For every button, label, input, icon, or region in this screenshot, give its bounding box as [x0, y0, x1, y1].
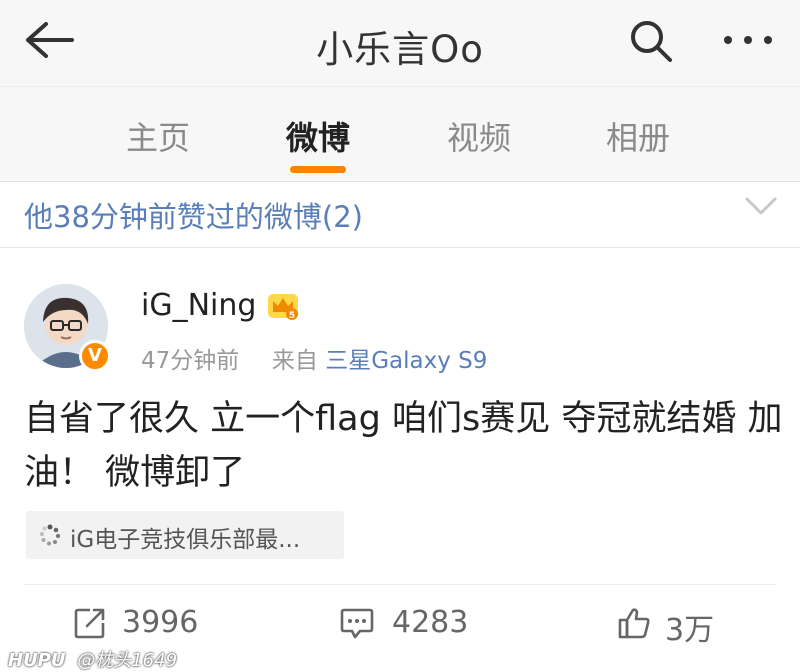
more-horizontal-icon[interactable] — [718, 22, 778, 58]
repost-button[interactable]: 3996 — [74, 603, 224, 643]
tab-weibo[interactable]: 微博 — [248, 113, 388, 159]
top-bar: 小乐言Oo — [0, 0, 800, 86]
watermark: HUPU @枕头1649 — [8, 646, 177, 672]
verified-badge: V — [79, 340, 111, 372]
liked-posts-bar[interactable]: 他38分钟前赞过的微博(2) — [0, 182, 800, 248]
repost-icon — [74, 608, 105, 639]
comment-button[interactable]: 4283 — [340, 603, 490, 643]
post-meta: 47分钟前 来自 三星Galaxy S9 — [141, 341, 487, 375]
comment-icon — [340, 608, 374, 639]
comment-count: 4283 — [392, 605, 469, 640]
thumbs-up-icon — [618, 608, 650, 639]
vip-crown-icon[interactable]: 5 — [266, 290, 300, 322]
repost-count: 3996 — [122, 605, 199, 640]
post-time: 47分钟前 — [141, 348, 240, 374]
author-name[interactable]: iG_Ning — [141, 288, 256, 323]
tab-home[interactable]: 主页 — [88, 113, 228, 159]
avatar[interactable]: V — [24, 284, 116, 376]
like-button[interactable]: 3万 — [617, 603, 737, 648]
topic-chip[interactable]: iG电子竞技俱乐部最... — [26, 511, 344, 559]
profile-tabs: 主页 微博 视频 相册 — [0, 86, 800, 182]
tab-videos[interactable]: 视频 — [409, 113, 549, 159]
search-icon[interactable] — [627, 17, 675, 65]
active-tab-indicator — [290, 166, 346, 173]
watermark-brand: HUPU — [8, 650, 66, 671]
watermark-handle: @枕头1649 — [77, 650, 178, 671]
like-count: 3万 — [665, 613, 715, 648]
divider — [24, 584, 776, 585]
liked-posts-label[interactable]: 他38分钟前赞过的微博(2) — [24, 194, 363, 236]
svg-text:5: 5 — [289, 311, 295, 321]
tab-albums[interactable]: 相册 — [568, 113, 708, 159]
topic-label[interactable]: iG电子竞技俱乐部最... — [70, 520, 300, 554]
loading-spinner-icon — [40, 524, 61, 546]
post-text: 自省了很久 立一个flag 咱们s赛见 夺冠就结婚 加油！ 微博卸了 — [24, 399, 783, 493]
chevron-down-icon[interactable] — [744, 194, 778, 218]
source-prefix: 来自 — [271, 348, 318, 374]
post-source[interactable]: 三星Galaxy S9 — [325, 348, 487, 374]
page-title: 小乐言Oo — [316, 28, 484, 71]
